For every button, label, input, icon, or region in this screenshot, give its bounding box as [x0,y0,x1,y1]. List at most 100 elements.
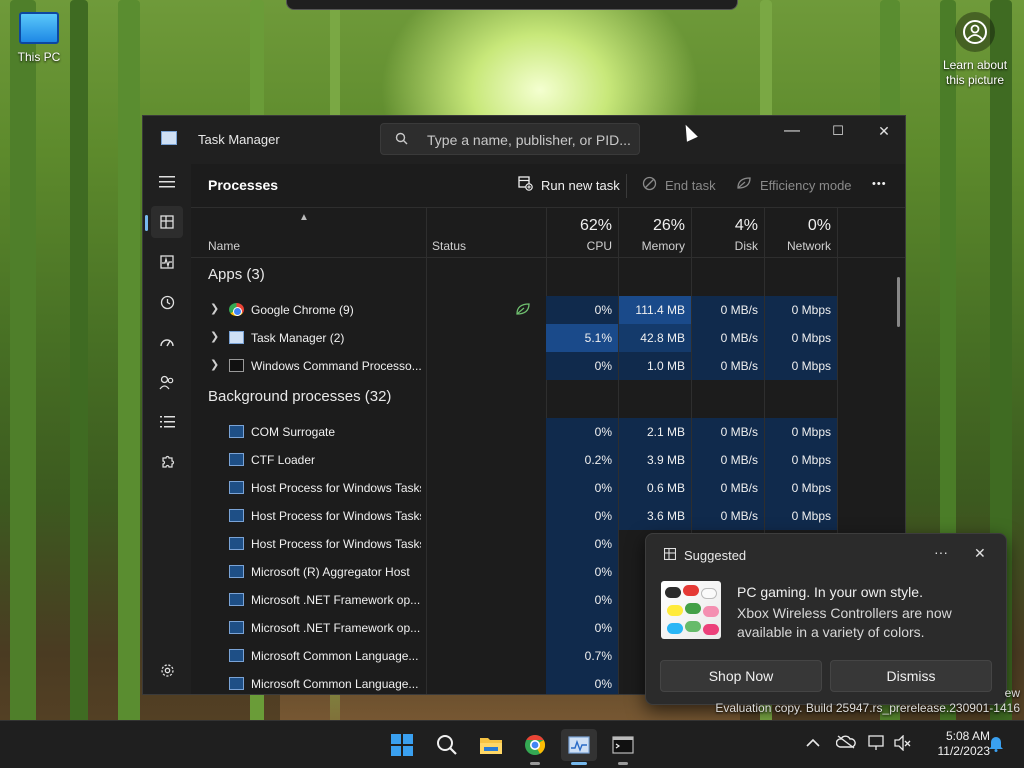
network-status-icon[interactable] [868,735,886,754]
minimize-button[interactable]: — [769,116,815,146]
chevron-right-icon[interactable]: ❯ [210,358,219,371]
nav-users[interactable] [151,366,183,398]
column-headers: ▲ Name Status 62% CPU 26% Memory 4% Disk… [191,208,905,258]
close-button[interactable]: ✕ [861,116,905,146]
end-task-button[interactable]: End task [642,176,716,195]
notification-bell-icon[interactable] [988,734,1004,755]
terminal-taskbar-button[interactable] [605,729,641,765]
chevron-right-icon[interactable]: ❯ [210,330,219,343]
start-button[interactable] [384,729,420,761]
nav-services[interactable] [151,446,183,478]
services-puzzle-icon [161,455,174,468]
disk-total: 4% [734,217,758,234]
learn-label-2: this picture [945,73,1005,87]
memory-total: 26% [652,217,685,234]
column-name[interactable]: Name [208,208,408,258]
xbox-controllers-image [661,581,721,639]
processes-icon [160,215,174,229]
show-hidden-icons-chevron-icon[interactable] [806,735,820,751]
volume-muted-icon[interactable] [894,734,912,754]
table-row[interactable]: Host Process for Windows Tasks 0% 3.6 MB… [191,502,905,530]
history-icon [160,295,174,309]
process-icon [229,593,244,606]
onedrive-cloud-icon[interactable] [835,735,856,752]
process-icon [229,649,244,662]
column-disk[interactable]: 4% Disk [692,208,764,258]
process-icon [229,509,244,522]
efficiency-mode-label: Efficiency mode [760,177,852,193]
group-header-background[interactable]: Background processes (32) [191,380,905,416]
column-network[interactable]: 0% Network [765,208,837,258]
task-manager-app-icon [161,131,177,145]
users-icon [159,375,174,389]
command-bar: Processes Run new task End task Efficien… [191,164,905,208]
suggested-icon [663,547,677,563]
table-row[interactable]: COM Surrogate 0% 2.1 MB 0 MB/s 0 Mbps [191,418,905,446]
efficiency-leaf-icon [515,302,531,319]
navigation-rail [143,164,191,694]
hamburger-icon [159,176,175,188]
settings-gear-icon [160,663,174,677]
run-new-task-label: Run new task [541,178,620,193]
window-title: Task Manager [198,132,280,147]
column-memory[interactable]: 26% Memory [619,208,691,258]
monitor-icon [19,12,59,44]
chrome-icon [229,303,244,316]
clock-date: 11/2/2023 [937,744,991,758]
evaluation-watermark: ew Evaluation copy. Build 25947.rs_prere… [715,686,1020,715]
title-bar[interactable]: Task Manager Type a name, publisher, or … [143,116,905,164]
end-task-label: End task [665,178,716,193]
nav-processes[interactable] [145,206,183,238]
network-total: 0% [807,217,831,234]
taskbar-clock[interactable]: 5:08 AM 11/2/2023 [920,729,991,759]
learn-about-picture[interactable]: Learn about this picture [938,12,1012,88]
camera-icon [955,12,995,52]
learn-label-1: Learn about [942,58,1008,72]
task-manager-icon [568,736,590,754]
nav-app-history[interactable] [151,286,183,318]
folder-icon [480,738,502,754]
search-icon [437,735,457,755]
chrome-taskbar-button[interactable] [517,729,553,765]
more-options-button[interactable]: ••• [872,178,887,190]
efficiency-mode-button[interactable]: Efficiency mode [736,176,852,194]
nav-performance[interactable] [151,246,183,278]
column-status[interactable]: Status [432,208,542,258]
nav-startup-apps[interactable] [151,326,183,358]
table-row[interactable]: CTF Loader 0.2% 3.9 MB 0 MB/s 0 Mbps [191,446,905,474]
this-pc-label: This PC [17,50,61,64]
column-cpu[interactable]: 62% CPU [546,208,618,258]
suggested-headline: PC gaming. In your own style. [737,584,923,600]
search-input[interactable]: Type a name, publisher, or PID... [380,123,640,155]
group-header-apps[interactable]: Apps (3) [191,258,905,294]
hamburger-menu-button[interactable] [151,166,183,198]
leaf-icon [736,176,752,194]
suggested-notification: Suggested ··· ✕ PC gaming. In your own s… [645,533,1007,705]
desktop-icon-this-pc[interactable]: This PC [12,12,66,64]
process-icon [229,677,244,690]
clock-time: 5:08 AM [945,729,990,743]
table-row[interactable]: ❯ Google Chrome (9) 0% 111.4 MB 0 MB/s 0… [191,296,905,324]
end-task-icon [642,176,657,195]
popup-close-button[interactable]: ✕ [974,545,986,562]
mouse-cursor [680,122,698,142]
vertical-scrollbar[interactable] [897,277,900,327]
search-placeholder: Type a name, publisher, or PID... [427,132,631,148]
nav-details[interactable] [151,406,183,438]
table-row[interactable]: ❯ Windows Command Processo... 0% 1.0 MB … [191,352,905,380]
task-manager-icon [229,331,244,344]
toolbar-separator [626,174,627,198]
maximize-button[interactable]: ☐ [815,116,861,146]
chevron-right-icon[interactable]: ❯ [210,302,219,315]
table-row[interactable]: Host Process for Windows Tasks 0% 0.6 MB… [191,474,905,502]
table-row[interactable]: ❯ Task Manager (2) 5.1% 42.8 MB 0 MB/s 0… [191,324,905,352]
terminal-icon [612,736,634,754]
task-manager-taskbar-button[interactable] [561,729,597,765]
file-explorer-button[interactable] [473,729,509,761]
run-new-task-button[interactable]: Run new task [518,176,620,195]
search-button[interactable] [429,729,465,761]
process-icon [229,425,244,438]
nav-settings[interactable] [151,654,183,686]
process-icon [229,565,244,578]
popup-more-button[interactable]: ··· [934,544,948,560]
